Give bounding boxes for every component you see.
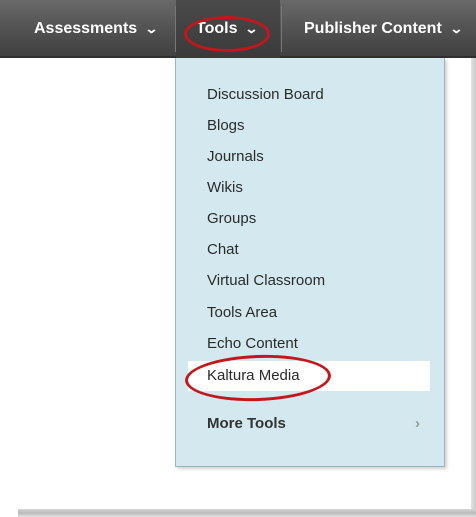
menu-item-tools-area[interactable]: Tools Area [176,298,444,328]
chevron-down-icon: ⌄ [449,21,464,36]
nav-tools-label: Tools [196,20,238,37]
chevron-right-icon: › [415,415,420,432]
nav-assessments[interactable]: Assessments ⌄ [22,0,172,58]
menu-item-groups[interactable]: Groups [176,204,444,234]
more-tools-label: More Tools [207,415,286,432]
frame-edge-right [471,58,476,517]
tools-dropdown-menu: Discussion Board Blogs Journals Wikis Gr… [175,58,445,467]
menu-item-virtual-classroom[interactable]: Virtual Classroom [176,266,444,296]
menu-item-kaltura-media[interactable]: Kaltura Media [188,361,430,391]
nav-publisher-content-label: Publisher Content [304,20,442,37]
chevron-down-icon: ⌄ [144,21,159,36]
menu-item-blogs[interactable]: Blogs [176,111,444,141]
page: Assessments ⌄ Tools ⌄ Publisher Content … [0,0,476,517]
menu-item-wikis[interactable]: Wikis [176,173,444,203]
nav-assessments-label: Assessments [34,20,138,37]
menu-item-echo-content[interactable]: Echo Content [176,329,444,359]
course-menu-bar: Assessments ⌄ Tools ⌄ Publisher Content … [0,0,476,58]
frame-edge-bottom [18,509,476,517]
nav-publisher-content[interactable]: Publisher Content ⌄ [282,0,476,58]
menu-item-journals[interactable]: Journals [176,142,444,172]
menu-item-more-tools[interactable]: More Tools › [176,409,444,439]
chevron-down-icon: ⌄ [244,21,260,36]
nav-tools[interactable]: Tools ⌄ [176,0,280,58]
menu-item-discussion-board[interactable]: Discussion Board [176,80,444,110]
menu-item-chat[interactable]: Chat [176,235,444,265]
